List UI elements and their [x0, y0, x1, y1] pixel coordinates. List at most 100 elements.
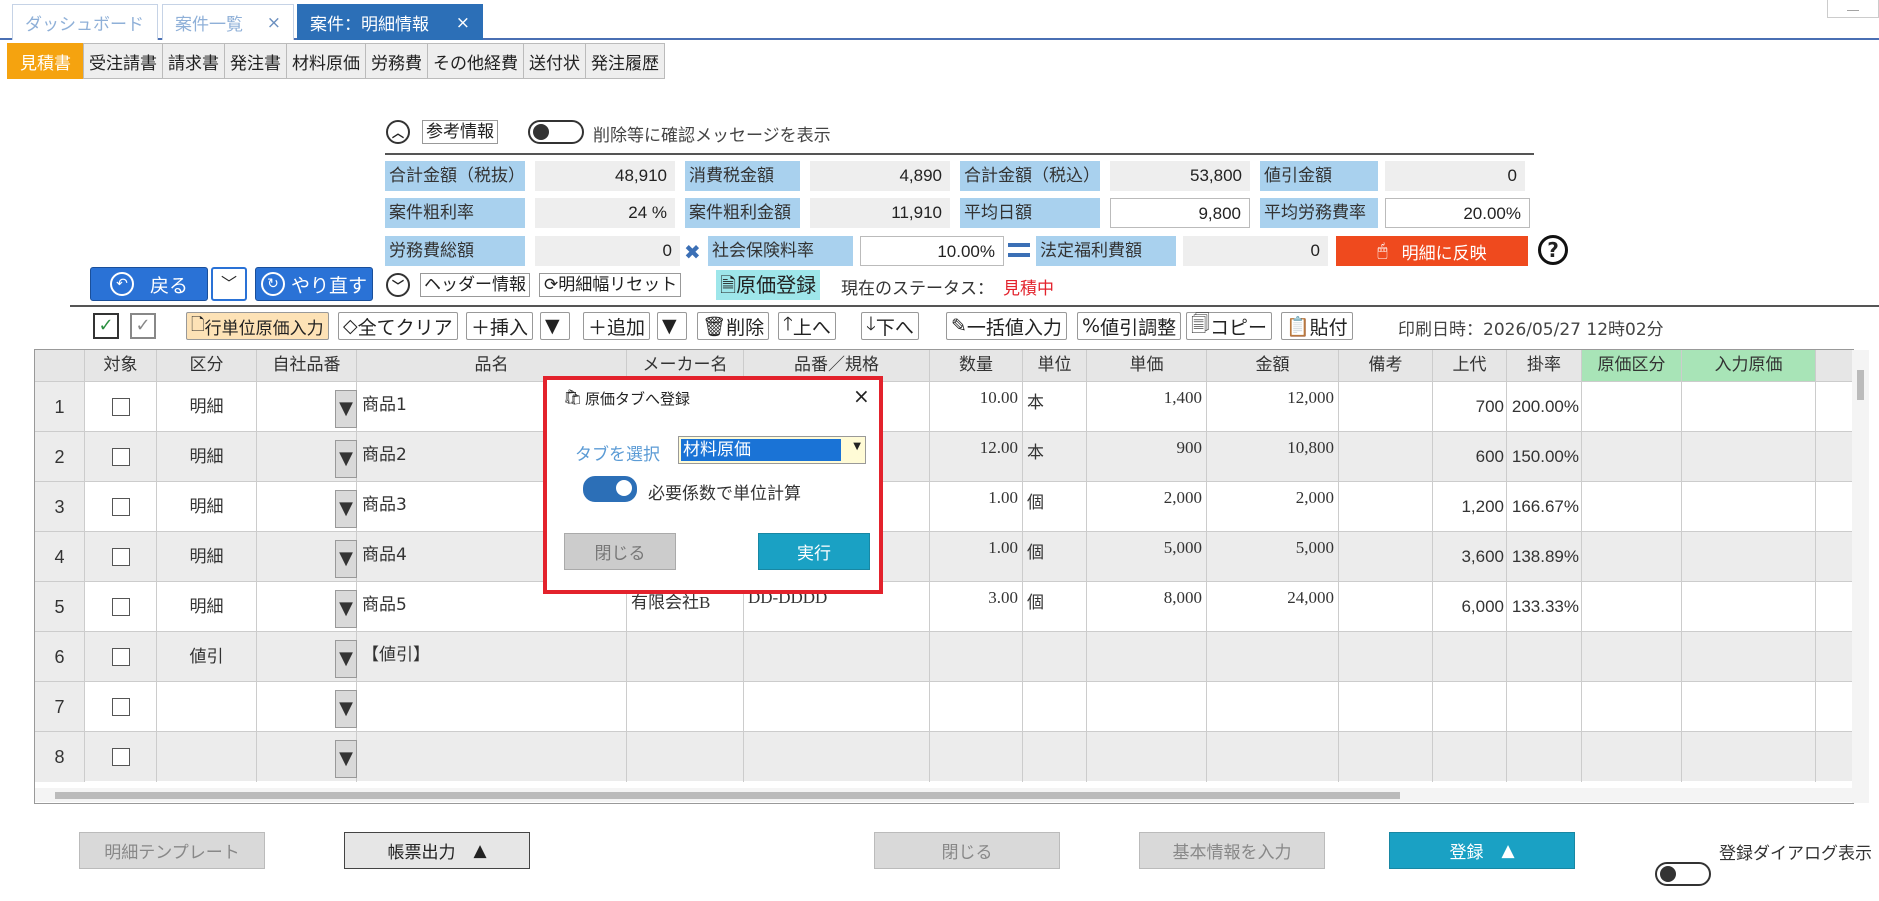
row-checkbox[interactable] — [112, 548, 130, 566]
tab-dashboard[interactable]: ダッシュボード — [12, 4, 158, 40]
close-button[interactable]: 閉じる — [874, 832, 1060, 869]
doctab-estimate[interactable]: 見積書 — [7, 43, 84, 79]
row-checkbox[interactable] — [112, 398, 130, 416]
rate-cell[interactable] — [1507, 682, 1582, 732]
vertical-scrollbar[interactable] — [1852, 350, 1869, 803]
cost-category-cell[interactable] — [1582, 732, 1682, 782]
unit-cell[interactable]: 本 — [1023, 382, 1087, 432]
extra-cell[interactable] — [1816, 582, 1853, 632]
cost-category-cell[interactable] — [1582, 432, 1682, 482]
list-price-cell[interactable]: 3,600 — [1433, 532, 1507, 582]
note-cell[interactable] — [1339, 732, 1433, 782]
amount-cell[interactable] — [1207, 732, 1339, 782]
input-cost-cell[interactable] — [1682, 482, 1816, 532]
note-cell[interactable] — [1339, 582, 1433, 632]
input-cost-cell[interactable] — [1682, 382, 1816, 432]
chevron-up-icon[interactable]: ︿ — [386, 120, 410, 144]
input-cost-cell[interactable] — [1682, 632, 1816, 682]
note-cell[interactable] — [1339, 532, 1433, 582]
amount-cell[interactable]: 2,000 — [1207, 482, 1339, 532]
extra-cell[interactable] — [1816, 532, 1853, 582]
coefficient-toggle[interactable] — [583, 476, 637, 502]
note-cell[interactable] — [1339, 632, 1433, 682]
add-button[interactable]: ＋追加 — [583, 312, 651, 340]
input-social-insurance-rate[interactable]: 10.00% — [860, 236, 1004, 266]
name-cell[interactable]: 【値引】 — [357, 632, 627, 682]
price-cell[interactable] — [1087, 732, 1207, 782]
col-header[interactable]: 備考 — [1339, 350, 1433, 381]
extra-cell[interactable] — [1816, 382, 1853, 432]
move-down-button[interactable]: 🡓 下へ — [861, 312, 919, 340]
input-cost-cell[interactable] — [1682, 432, 1816, 482]
col-header[interactable]: 上代 — [1433, 350, 1507, 381]
bulk-input-button[interactable]: ✎ 一括値入力 — [946, 312, 1067, 340]
horizontal-scrollbar[interactable] — [35, 788, 1852, 802]
own-code-cell[interactable]: ▼ — [257, 632, 357, 682]
col-header[interactable]: 単価 — [1087, 350, 1207, 381]
doctab-order-acceptance[interactable]: 受注請書 — [83, 43, 163, 79]
col-header[interactable]: 単位 — [1023, 350, 1087, 381]
report-output-button[interactable]: 帳票出力 ▲ — [344, 832, 530, 869]
unit-cell[interactable]: 個 — [1023, 482, 1087, 532]
doctab-order-history[interactable]: 発注履歴 — [585, 43, 665, 79]
input-cost-cell[interactable] — [1682, 732, 1816, 782]
delete-button[interactable]: 🗑 削除 — [697, 312, 770, 340]
list-price-cell[interactable] — [1433, 732, 1507, 782]
extra-cell[interactable] — [1816, 432, 1853, 482]
reset-width-button[interactable]: ⟳明細幅リセット — [539, 273, 682, 297]
row-checkbox[interactable] — [112, 748, 130, 766]
close-icon[interactable]: × — [267, 13, 281, 33]
copy-button[interactable]: 🗐 コピー — [1186, 312, 1272, 340]
col-header[interactable]: 原価区分 — [1582, 350, 1682, 381]
dropdown-icon[interactable]: ▼ — [335, 590, 357, 628]
rate-cell[interactable] — [1507, 732, 1582, 782]
unit-cell[interactable]: 本 — [1023, 432, 1087, 482]
dropdown-icon[interactable]: ▼ — [335, 640, 357, 678]
col-header[interactable]: 入力原価 — [1682, 350, 1816, 381]
row-cost-input-button[interactable]: 🗋 行単位原価入力 — [186, 312, 329, 340]
own-code-cell[interactable]: ▼ — [257, 582, 357, 632]
add-menu-icon[interactable]: ▼ — [657, 312, 687, 340]
own-code-cell[interactable]: ▼ — [257, 682, 357, 732]
header-info-button[interactable]: ヘッダー情報 — [420, 273, 530, 297]
col-header[interactable]: 掛率 — [1507, 350, 1582, 381]
input-cost-cell[interactable] — [1682, 582, 1816, 632]
input-cost-cell[interactable] — [1682, 532, 1816, 582]
table-row[interactable]: 4 明細 ▼ 商品4 1.00 個 5,000 5,000 3,600 138.89% — [35, 531, 1853, 582]
col-header[interactable]: そ — [1816, 350, 1853, 381]
cost-category-cell[interactable] — [1582, 482, 1682, 532]
table-row[interactable]: 2 明細 ▼ 商品2 12.00 本 900 10,800 600 150.00% — [35, 431, 1853, 482]
own-code-cell[interactable]: ▼ — [257, 482, 357, 532]
cost-register-button[interactable]: 🗎原価登録 — [716, 270, 821, 300]
price-cell[interactable]: 900 — [1087, 432, 1207, 482]
maker-cell[interactable] — [627, 632, 744, 682]
input-labor-rate[interactable]: 20.00% — [1385, 198, 1530, 228]
note-cell[interactable] — [1339, 682, 1433, 732]
unit-cell[interactable] — [1023, 732, 1087, 782]
extra-cell[interactable] — [1816, 482, 1853, 532]
insert-menu-icon[interactable]: ▼ — [540, 312, 570, 340]
reference-info-label[interactable]: 参考情報 — [422, 120, 498, 144]
col-header[interactable]: 対象 — [85, 350, 157, 381]
own-code-cell[interactable]: ▼ — [257, 732, 357, 782]
code-cell[interactable] — [744, 732, 930, 782]
note-cell[interactable] — [1339, 382, 1433, 432]
price-cell[interactable]: 8,000 — [1087, 582, 1207, 632]
list-price-cell[interactable]: 600 — [1433, 432, 1507, 482]
discount-adjust-button[interactable]: % 値引調整 — [1077, 312, 1182, 340]
col-header[interactable]: 自社品番 — [257, 350, 357, 381]
dialog-run-button[interactable]: 実行 — [758, 533, 870, 570]
code-cell[interactable] — [744, 682, 930, 732]
own-code-cell[interactable]: ▼ — [257, 532, 357, 582]
tab-select[interactable]: 材料原価 ▼ — [678, 436, 866, 464]
rate-cell[interactable] — [1507, 632, 1582, 682]
dropdown-icon[interactable]: ▼ — [335, 390, 357, 428]
doctab-labor-cost[interactable]: 労務費 — [365, 43, 428, 79]
back-button[interactable]: ↶ 戻る — [90, 267, 208, 301]
qty-cell[interactable] — [930, 682, 1023, 732]
scrollbar-thumb[interactable] — [55, 792, 1400, 799]
amount-cell[interactable] — [1207, 682, 1339, 732]
basic-info-button[interactable]: 基本情報を入力 — [1139, 832, 1325, 869]
redo-button[interactable]: ↻ やり直す — [255, 267, 373, 301]
qty-cell[interactable]: 1.00 — [930, 482, 1023, 532]
